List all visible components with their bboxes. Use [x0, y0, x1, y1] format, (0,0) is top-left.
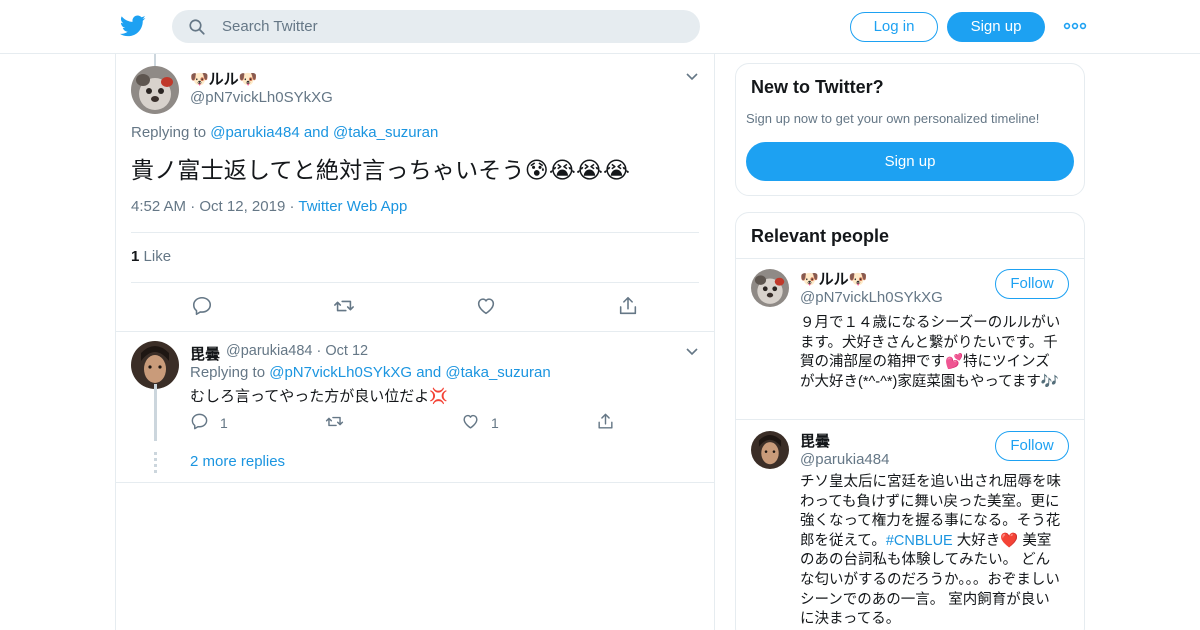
share-icon[interactable]	[596, 412, 615, 431]
reply-icon[interactable]	[191, 295, 213, 317]
author-handle[interactable]: @pN7vickLh0SYkXG	[190, 89, 333, 106]
search-icon	[189, 19, 205, 35]
avatar[interactable]	[131, 66, 179, 114]
replying-to: Replying to @parukia484 and @taka_suzura…	[131, 124, 439, 141]
person-name[interactable]: 🐶ルル🐶	[800, 268, 867, 289]
reply-author-handle[interactable]: @parukia484 · Oct 12	[226, 343, 368, 359]
like-count: 1	[491, 415, 499, 431]
divider	[131, 282, 699, 283]
card-title: Relevant people	[751, 226, 890, 246]
mention-link[interactable]: @parukia484	[210, 124, 299, 141]
reply-count: 1	[220, 415, 228, 431]
divider	[116, 482, 714, 483]
divider	[736, 258, 1084, 259]
new-to-twitter-card: New to Twitter? Sign up now to get your …	[735, 63, 1085, 196]
twitter-bird-icon[interactable]	[120, 13, 146, 39]
signup-button[interactable]: Sign up	[947, 12, 1045, 42]
tweet-time[interactable]: 4:52 AM	[131, 198, 186, 215]
divider	[131, 232, 699, 233]
card-subtitle: Sign up now to get your own personalized…	[746, 111, 1040, 126]
retweet-icon[interactable]	[325, 412, 344, 431]
login-button[interactable]: Log in	[850, 12, 938, 42]
person-handle[interactable]: @pN7vickLh0SYkXG	[800, 289, 943, 306]
avatar[interactable]	[751, 431, 789, 469]
thread-line	[154, 384, 157, 441]
search-input[interactable]	[222, 10, 682, 43]
avatar[interactable]	[751, 269, 789, 307]
reply-text: むしろ言ってやった方が良い位だよ💢	[190, 388, 448, 405]
divider	[736, 419, 1084, 420]
person-bio: ９月で１４歳になるシーズーのルルがいます。犬好きさんと繋がりたいです。千賀の浦部…	[800, 315, 1061, 390]
person-name[interactable]: 毘曇	[800, 430, 830, 451]
more-dots-icon[interactable]	[1063, 18, 1087, 34]
dog-avatar-image	[131, 66, 179, 114]
thread-line	[154, 54, 156, 66]
chevron-down-icon[interactable]	[684, 69, 700, 85]
tweet-date[interactable]: Oct 12, 2019	[199, 198, 285, 215]
search-box[interactable]	[172, 10, 700, 43]
tweet-source-link[interactable]: Twitter Web App	[298, 198, 407, 215]
top-bar: Log in Sign up	[0, 0, 1200, 54]
relevant-people-card: Relevant people 🐶ルル🐶 @pN7vickLh0SYkXG Fo…	[735, 212, 1085, 630]
person-bio: チソ皇太后に宮廷を追い出され屈辱を味わっても負けずに舞い戻った美室。更に強くなっ…	[800, 474, 1061, 628]
person-avatar-image	[131, 341, 179, 389]
mention-link[interactable]: @taka_suzuran	[333, 124, 438, 141]
author-name[interactable]: 🐶ルル🐶	[190, 68, 257, 89]
card-title: New to Twitter?	[751, 77, 884, 97]
mention-link[interactable]: @pN7vickLh0SYkXG	[269, 364, 412, 381]
dog-avatar-image	[751, 269, 789, 307]
more-replies-link[interactable]: 2 more replies	[190, 453, 285, 470]
thread-dotted-line	[154, 452, 157, 474]
like-heart-icon[interactable]	[461, 412, 480, 431]
follow-button[interactable]: Follow	[995, 269, 1069, 299]
tweet-text: 貴ノ富士返してと絶対言っちゃいそう😰😭😭😭	[131, 157, 631, 183]
share-icon[interactable]	[617, 295, 639, 317]
hashtag-link[interactable]: #CNBLUE	[886, 533, 953, 549]
chevron-down-icon[interactable]	[684, 344, 700, 360]
person-avatar-image	[751, 431, 789, 469]
card-signup-button[interactable]: Sign up	[746, 142, 1074, 181]
retweet-icon[interactable]	[333, 295, 355, 317]
like-heart-icon[interactable]	[475, 295, 497, 317]
follow-button[interactable]: Follow	[995, 431, 1069, 461]
replying-to: Replying to @pN7vickLh0SYkXG and @taka_s…	[190, 364, 551, 381]
mention-link[interactable]: @taka_suzuran	[445, 364, 550, 381]
divider	[116, 331, 714, 332]
reply-date[interactable]: Oct 12	[325, 343, 368, 359]
reply-author-name[interactable]: 毘曇	[190, 343, 220, 364]
avatar[interactable]	[131, 341, 179, 389]
like-stat[interactable]: 1 Like	[131, 248, 171, 265]
person-handle[interactable]: @parukia484	[800, 451, 889, 468]
reply-icon[interactable]	[190, 412, 209, 431]
main-timeline: 🐶ルル🐶 @pN7vickLh0SYkXG Replying to @paruk…	[115, 54, 715, 630]
tweet-meta: 4:52 AM · Oct 12, 2019 · Twitter Web App	[131, 198, 408, 215]
